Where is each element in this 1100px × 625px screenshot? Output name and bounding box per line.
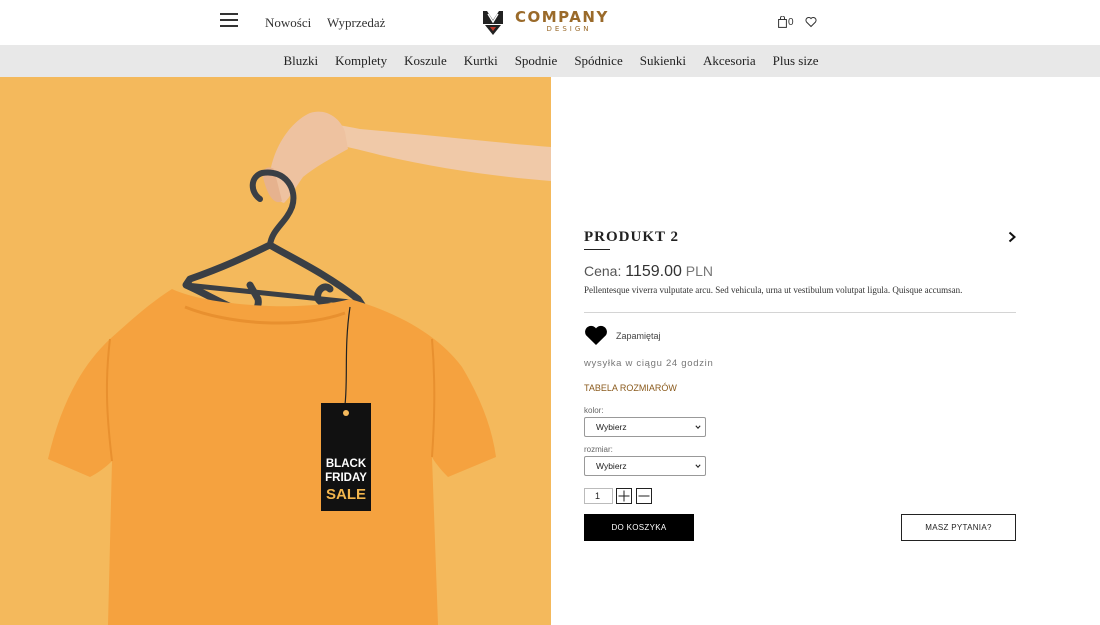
category-komplety[interactable]: Komplety [335,53,387,69]
cart-count: 0 [788,16,794,28]
chevron-down-icon [695,425,701,430]
price-currency: PLN [685,263,714,279]
category-koszule[interactable]: Koszule [404,53,447,69]
nav-link-sale[interactable]: Wyprzedaż [327,15,385,31]
category-akcesoria[interactable]: Akcesoria [703,53,756,69]
category-spodnie[interactable]: Spodnie [515,53,558,69]
product-title: PRODUKT 2 [584,229,679,245]
quantity-decrease-button[interactable] [636,488,652,504]
color-select-value: Wybierz [596,422,627,432]
quantity-increase-button[interactable] [616,488,632,504]
add-to-cart-button[interactable]: DO KOSZYKA [584,514,694,541]
price-value: 1159.00 [625,263,682,280]
remember-button[interactable]: Zapamiętaj [616,331,661,341]
logo-title: COMPANY [515,8,609,26]
ask-question-button[interactable]: MASZ PYTANIA? [901,514,1016,541]
nav-link-new[interactable]: Nowości [265,15,311,31]
category-sukienki[interactable]: Sukienki [640,53,686,69]
tshirt-on-hanger-illustration: BLACK FRIDAY SALE [0,77,551,625]
product-details: PRODUKT 2 Cena: 1159.00 PLN Pellentesque… [584,77,1016,625]
category-plus-size[interactable]: Plus size [773,53,819,69]
divider [584,312,1016,313]
site-header: Nowości Wyprzedaż COMPANY DESIGN 0 [0,0,1100,45]
size-table-link[interactable]: TABELA ROZMIARÓW [584,383,677,393]
tag-line-2: FRIDAY [325,472,367,484]
plus-icon [618,490,630,502]
menu-icon[interactable] [220,13,238,27]
color-select[interactable]: Wybierz [584,417,706,437]
minus-icon [638,495,650,497]
category-bluzki[interactable]: Bluzki [283,53,318,69]
logo-mark-icon [483,11,503,35]
tag-line-1: BLACK [326,458,367,470]
category-spodnice[interactable]: Spódnice [574,53,622,69]
product-description: Pellentesque viverra vulputate arcu. Sed… [584,285,963,295]
heart-icon[interactable] [584,325,608,346]
quantity-input[interactable]: 1 [584,488,613,504]
wishlist-heart-icon[interactable] [805,16,817,28]
size-label: rozmiar: [584,445,613,454]
product-image: BLACK FRIDAY SALE [0,77,551,625]
title-underline [584,249,610,250]
company-logo[interactable]: COMPANY DESIGN [482,8,627,38]
color-label: kolor: [584,406,604,415]
price-label: Cena: [584,263,622,279]
price: Cena: 1159.00 PLN [584,263,713,281]
shipping-info: wysyłka w ciągu 24 godzin [584,358,714,369]
category-nav: Bluzki Komplety Koszule Kurtki Spodnie S… [0,45,1100,77]
shopping-bag-icon [778,16,787,28]
chevron-down-icon [695,464,701,469]
size-select-value: Wybierz [596,461,627,471]
category-kurtki[interactable]: Kurtki [464,53,498,69]
size-select[interactable]: Wybierz [584,456,706,476]
next-product-chevron-icon[interactable] [1007,231,1017,243]
logo-subtitle: DESIGN [546,25,592,33]
tag-line-3: SALE [326,486,366,503]
cart-button[interactable]: 0 [778,15,794,29]
